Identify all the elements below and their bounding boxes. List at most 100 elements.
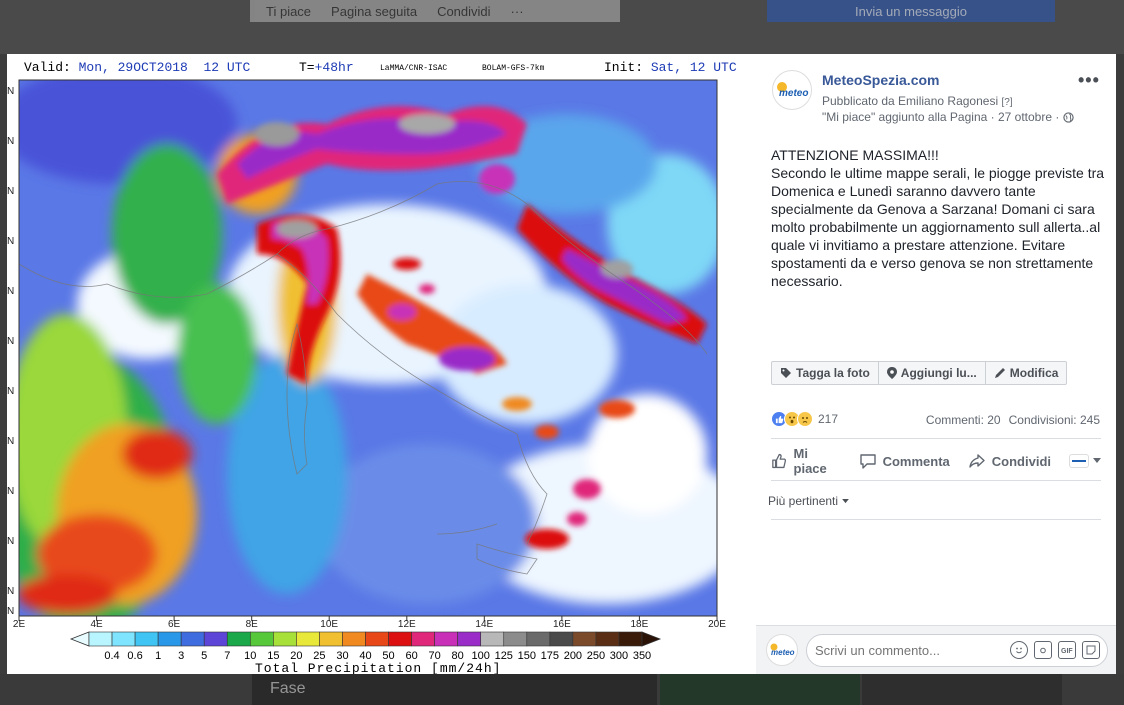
colorbar-swatch: [365, 631, 389, 647]
post-meta: "Mi piace" aggiunto alla Pagina · 27 ott…: [822, 110, 1075, 124]
like-button[interactable]: Mi piace: [771, 446, 841, 476]
divider: [771, 480, 1101, 481]
lat-label: N: [7, 336, 15, 347]
share-icon: [969, 454, 985, 468]
tag-photo-button[interactable]: Tagga la foto: [772, 362, 879, 384]
share-button[interactable]: Condividi: [968, 452, 1051, 470]
sticker-icon[interactable]: [1082, 641, 1100, 659]
lon-label: 6E: [167, 619, 181, 630]
colorbar-swatch: [296, 631, 320, 647]
colorbar-tick-label: 150: [517, 650, 536, 662]
init-value: Sat, 12 UTC: [650, 60, 737, 75]
lon-label: 16E: [552, 619, 571, 630]
emoji-icon[interactable]: [1010, 641, 1028, 659]
bg-post-label: Fase: [270, 680, 306, 697]
post-stats: Commenti: 20 Condivisioni: 245: [926, 413, 1100, 427]
map-model: BOLAM-GFS-7km: [482, 64, 545, 73]
colorbar-tick-label: 1: [155, 650, 162, 662]
colorbar-swatch: [457, 631, 482, 647]
map-valid-time: Valid: Mon, 29OCT2018 12 UTC: [24, 60, 250, 75]
colorbar-swatch: [226, 631, 251, 647]
thumbs-up-icon: [772, 453, 787, 469]
help-marker[interactable]: [?]: [1001, 97, 1012, 108]
share-label: Condividi: [991, 453, 1051, 469]
lat-label: N: [7, 386, 15, 397]
colorbar-swatch: [134, 631, 159, 647]
colorbar-tick-label: 0.4: [104, 650, 120, 662]
colorbar-swatch: [180, 631, 205, 647]
bg-followed-button: Pagina seguita: [331, 3, 418, 19]
commenter-logo-text: meteo: [771, 648, 795, 657]
post-message: ATTENZIONE MASSIMA!!! Secondo le ultime …: [771, 146, 1106, 290]
post-date[interactable]: "Mi piace" aggiunto alla Pagina · 27 ott…: [822, 110, 1059, 124]
tag-photo-label: Tagga la foto: [796, 366, 870, 380]
colorbar-swatch: [595, 631, 620, 647]
colorbar-swatch: [618, 631, 643, 647]
lat-label: N: [7, 186, 15, 197]
t-label: T=: [299, 60, 315, 75]
lat-label: N: [7, 236, 15, 247]
page-avatar[interactable]: meteo: [772, 70, 812, 110]
gif-icon[interactable]: GIF: [1058, 641, 1076, 659]
bg-like-button: Ti piace: [266, 3, 312, 19]
weather-map-photo[interactable]: Valid: Mon, 29OCT2018 12 UTC T=+48hr LaM…: [7, 54, 756, 674]
lon-label: 8E: [245, 619, 258, 630]
tag-icon: [781, 368, 791, 378]
photo-actions-bar: Tagga la foto Aggiungi lu... Modifica: [771, 361, 1068, 385]
colorbar-swatch: [549, 631, 574, 647]
bg-share-button: Condividi: [437, 3, 491, 19]
page-mini-logo-icon: [1069, 454, 1089, 468]
bg-send-message-button: Invia un messaggio: [767, 0, 1055, 22]
post-as-selector[interactable]: [1069, 454, 1101, 468]
sad-reaction-icon: [797, 411, 813, 427]
post-actions: Mi piace Commenta Condividi: [771, 446, 1101, 476]
colorbar-swatch: [111, 631, 136, 647]
meteospezia-logo-icon: meteo: [770, 643, 795, 657]
background-bottom: [0, 674, 1124, 705]
post-options-button[interactable]: •••: [1078, 70, 1100, 91]
colorbar-swatch: [526, 631, 551, 647]
comment-icon: [859, 454, 876, 469]
add-location-label: Aggiungi lu...: [900, 366, 977, 380]
colorbar-swatch: [88, 631, 113, 647]
reaction-count: 217: [818, 412, 839, 426]
globe-icon: [1063, 111, 1075, 123]
published-by: Pubblicato da Emiliano Ragonesi [?]: [822, 94, 1013, 108]
lat-label: N: [7, 86, 15, 97]
divider: [771, 519, 1101, 520]
colorbar-swatch: [319, 631, 343, 647]
reactions-summary[interactable]: 217: [771, 411, 838, 427]
comment-button[interactable]: Commenta: [859, 452, 950, 470]
location-pin-icon: [886, 367, 897, 379]
colorbar-tick-label: 350: [632, 650, 652, 662]
lat-label: N: [7, 606, 15, 617]
sort-comments-dropdown[interactable]: Più pertinenti: [768, 494, 849, 508]
valid-label: Valid:: [24, 60, 71, 75]
published-by-text: Pubblicato da Emiliano Ragonesi: [822, 94, 999, 108]
comments-count-link[interactable]: Commenti: 20: [926, 413, 1001, 427]
sort-comments-label: Più pertinenti: [768, 494, 839, 508]
colorbar-tick-label: 300: [609, 650, 629, 662]
lat-label: N: [7, 536, 15, 547]
page-name-link[interactable]: MeteoSpezia.com: [822, 72, 939, 88]
lon-label: 18E: [630, 619, 649, 630]
colorbar-swatch: [388, 631, 412, 647]
add-location-button[interactable]: Aggiungi lu...: [879, 362, 986, 384]
post-heading: ATTENZIONE MASSIMA!!!: [771, 147, 939, 163]
lon-label: 10E: [320, 619, 339, 630]
lat-label: N: [7, 136, 15, 147]
colorbar-swatch: [503, 631, 528, 647]
lon-label: 14E: [475, 619, 494, 630]
lon-ticks: [18, 616, 718, 621]
colorbar-swatch: [249, 631, 274, 647]
colorbar-tick-label: 7: [224, 650, 231, 662]
shares-count-link[interactable]: Condivisioni: 245: [1009, 413, 1100, 427]
colorbar-swatch: [434, 631, 458, 647]
camera-icon[interactable]: [1034, 641, 1052, 659]
colorbar: [69, 631, 662, 647]
edit-photo-button[interactable]: Modifica: [986, 362, 1067, 384]
svg-text:GIF: GIF: [1061, 648, 1073, 654]
background-action-bar: Ti piace Pagina seguita Condividi ···: [250, 0, 620, 22]
comment-tools: GIF: [1010, 641, 1100, 659]
lat-label: N: [7, 286, 15, 297]
